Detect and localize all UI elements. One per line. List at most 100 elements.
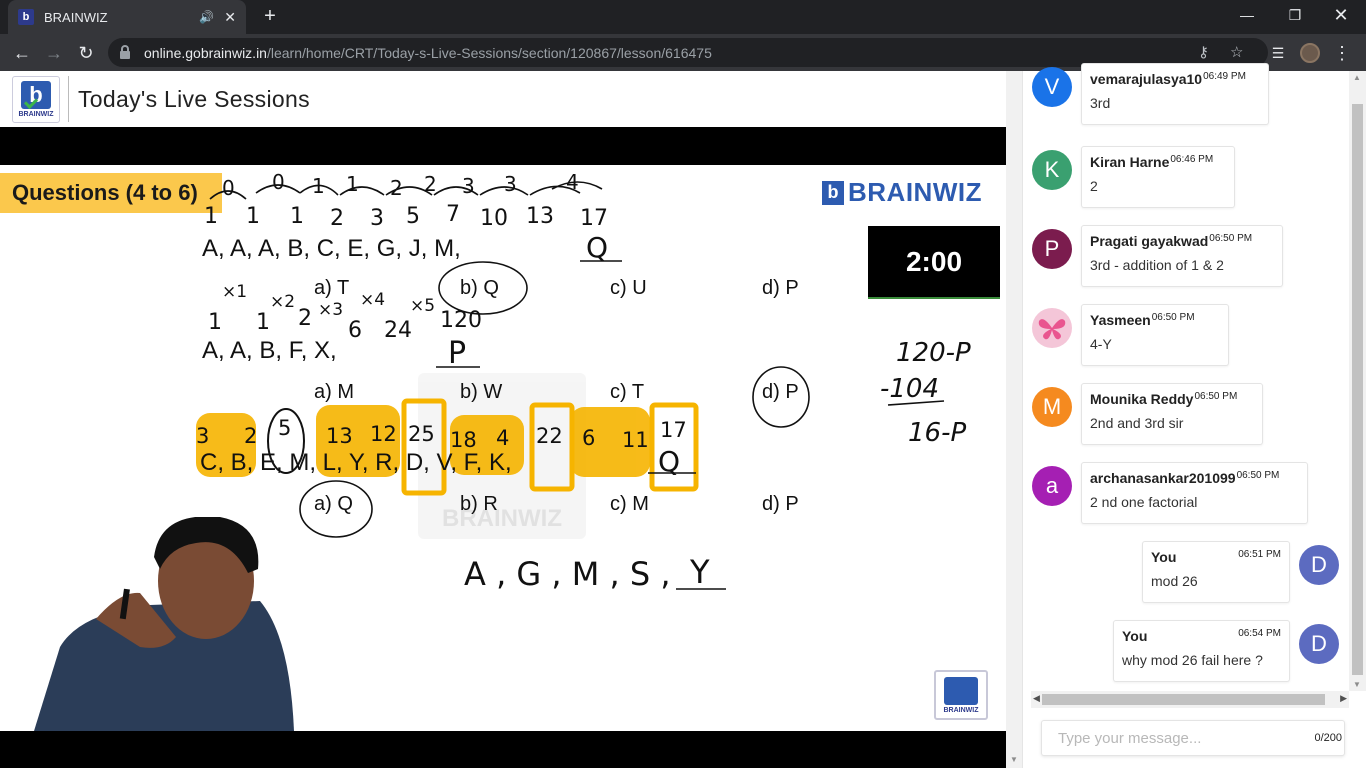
svg-text:2: 2 bbox=[298, 306, 312, 331]
q2-answer: P bbox=[448, 336, 466, 371]
svg-text:1: 1 bbox=[312, 174, 325, 198]
logo-text: BRAINWIZ bbox=[18, 110, 54, 118]
profile-avatar[interactable] bbox=[1296, 39, 1324, 67]
chat-hscroll-thumb[interactable] bbox=[1042, 694, 1325, 705]
media-control-icon[interactable]: ☰ bbox=[1264, 39, 1292, 67]
page-scrollbar[interactable]: ▼ bbox=[1006, 71, 1022, 768]
svg-text:1: 1 bbox=[290, 204, 304, 229]
chat-message-input[interactable] bbox=[1042, 721, 1315, 755]
new-tab-button[interactable]: + bbox=[258, 4, 282, 28]
message-time: 06:50 PM bbox=[1236, 470, 1280, 481]
chat-bubble: You 06:51 PM mod 26 bbox=[1142, 541, 1290, 603]
video-player[interactable]: Questions (4 to 6) b BRAINWIZ 2:00 BRAINW… bbox=[0, 127, 1006, 768]
sender-name: Kiran Harne bbox=[1090, 154, 1170, 170]
svg-text:10: 10 bbox=[480, 206, 508, 231]
svg-text:1: 1 bbox=[204, 204, 218, 229]
chat-bubble: You 06:54 PM why mod 26 fail here ? bbox=[1113, 620, 1290, 682]
svg-text:0: 0 bbox=[222, 176, 235, 200]
user-avatar: P bbox=[1032, 229, 1072, 269]
svg-text:3: 3 bbox=[504, 172, 517, 196]
q2-ops: ×1 ×2 ×3 ×4 ×5 bbox=[222, 282, 435, 320]
q1-numbers: 1 1 1 2 3 5 7 10 13 17 bbox=[204, 202, 608, 231]
message-time: 06:50 PM bbox=[1209, 233, 1253, 244]
svg-text:×4: ×4 bbox=[360, 290, 385, 310]
tab-title: BRAINWIZ bbox=[44, 9, 108, 25]
user-avatar: K bbox=[1032, 150, 1072, 190]
svg-text:3: 3 bbox=[370, 206, 384, 231]
q3-answer: Q bbox=[658, 445, 680, 478]
svg-text:17: 17 bbox=[580, 206, 608, 231]
svg-text:2: 2 bbox=[424, 172, 437, 196]
svg-text:0: 0 bbox=[272, 170, 285, 194]
svg-text:×2: ×2 bbox=[270, 292, 295, 312]
svg-text:25: 25 bbox=[408, 422, 435, 446]
message-time: 06:49 PM bbox=[1203, 71, 1246, 82]
chat-message-field[interactable]: 0/200 bbox=[1041, 720, 1345, 756]
svg-text:×3: ×3 bbox=[318, 300, 343, 320]
svg-text:17: 17 bbox=[660, 418, 687, 442]
close-window-icon[interactable]: ✕ bbox=[1318, 0, 1364, 30]
scroll-down-arrow-icon[interactable]: ▼ bbox=[1353, 680, 1361, 689]
svg-text:-104: -104 bbox=[880, 374, 939, 404]
scroll-up-arrow-icon[interactable]: ▲ bbox=[1353, 73, 1361, 82]
close-tab-icon[interactable]: ✕ bbox=[224, 9, 236, 26]
chat-bubble: Yasmeen06:50 PM 4-Y bbox=[1081, 304, 1229, 366]
chat-horizontal-scrollbar[interactable]: ◀ ▶ bbox=[1031, 691, 1349, 708]
scroll-right-arrow-icon[interactable]: ▶ bbox=[1340, 693, 1347, 704]
tab-strip: b BRAINWIZ 🔊 ✕ + — ❐ ✕ bbox=[0, 0, 1366, 34]
chat-vertical-scrollbar[interactable]: ▲ ▼ bbox=[1349, 71, 1366, 691]
user-avatar: D bbox=[1299, 624, 1339, 664]
message-time: 06:50 PM bbox=[1151, 312, 1195, 323]
scroll-left-arrow-icon[interactable]: ◀ bbox=[1033, 693, 1040, 704]
bottom-series: A , G , M , S , bbox=[464, 555, 671, 593]
sender-name: You bbox=[1151, 549, 1177, 565]
svg-text:×5: ×5 bbox=[410, 296, 435, 316]
q3-numbers: 3 2 5 13 12 25 18 4 22 6 11 17 bbox=[196, 416, 687, 452]
svg-text:1: 1 bbox=[346, 172, 359, 196]
forward-arrow-icon[interactable]: → bbox=[40, 39, 68, 67]
svg-text:11: 11 bbox=[622, 428, 649, 452]
message-text: why mod 26 fail here ? bbox=[1122, 652, 1263, 668]
chat-scroll-thumb[interactable] bbox=[1352, 104, 1363, 675]
q1-diffs: 0 0 1 1 2 2 3 3 4 bbox=[222, 170, 579, 200]
lock-icon bbox=[120, 44, 130, 59]
presenter-video bbox=[34, 517, 294, 731]
message-time: 06:51 PM bbox=[1238, 549, 1281, 560]
message-text: 3rd - addition of 1 & 2 bbox=[1090, 257, 1224, 273]
side-calculation: 120-P -104 16-P bbox=[880, 338, 971, 448]
chat-bubble: vemarajulasya1006:49 PM 3rd bbox=[1081, 63, 1269, 125]
svg-text:16-P: 16-P bbox=[908, 418, 966, 448]
sender-name: You bbox=[1122, 628, 1148, 644]
svg-text:120: 120 bbox=[440, 308, 482, 333]
brainwiz-logo[interactable]: b BRAINWIZ bbox=[12, 75, 60, 123]
chat-bubble: Kiran Harne06:46 PM 2 bbox=[1081, 146, 1235, 208]
speaker-icon[interactable]: 🔊 bbox=[199, 10, 214, 24]
message-time: 06:54 PM bbox=[1238, 628, 1281, 639]
chat-bubble: Mounika Reddy06:50 PM 2nd and 3rd sir bbox=[1081, 383, 1263, 445]
svg-text:24: 24 bbox=[384, 318, 412, 343]
browser-tab[interactable]: b BRAINWIZ 🔊 ✕ bbox=[8, 0, 246, 34]
sender-name: vemarajulasya10 bbox=[1090, 71, 1203, 87]
svg-text:7: 7 bbox=[446, 202, 460, 227]
svg-text:18: 18 bbox=[450, 428, 477, 452]
svg-text:6: 6 bbox=[582, 426, 595, 450]
svg-text:×1: ×1 bbox=[222, 282, 247, 302]
header-divider bbox=[68, 76, 69, 122]
sender-name: archanasankar201099 bbox=[1090, 470, 1236, 486]
restore-icon[interactable]: ❐ bbox=[1272, 0, 1318, 30]
chat-bubble: archanasankar20109906:50 PM 2 nd one fact… bbox=[1081, 462, 1308, 524]
back-arrow-icon[interactable]: ← bbox=[8, 39, 36, 67]
message-text: mod 26 bbox=[1151, 573, 1198, 589]
chat-panel: Vvemarajulasya1006:49 PM 3rd K Kiran Harne0… bbox=[1022, 63, 1366, 768]
scroll-down-arrow-icon[interactable]: ▼ bbox=[1010, 755, 1018, 764]
minimize-icon[interactable]: — bbox=[1224, 0, 1270, 30]
key-icon[interactable]: ⚷ bbox=[1198, 43, 1209, 61]
q1-answer: Q bbox=[586, 231, 608, 264]
svg-text:1: 1 bbox=[246, 204, 260, 229]
reload-icon[interactable]: ↻ bbox=[72, 39, 100, 67]
star-icon[interactable]: ☆ bbox=[1230, 43, 1243, 61]
url-path: /learn/home/CRT/Today-s-Live-Sessions/se… bbox=[266, 44, 712, 61]
user-avatar: M bbox=[1032, 387, 1072, 427]
butterfly-avatar-icon bbox=[1032, 308, 1072, 348]
menu-icon[interactable]: ⋮ bbox=[1328, 39, 1356, 67]
